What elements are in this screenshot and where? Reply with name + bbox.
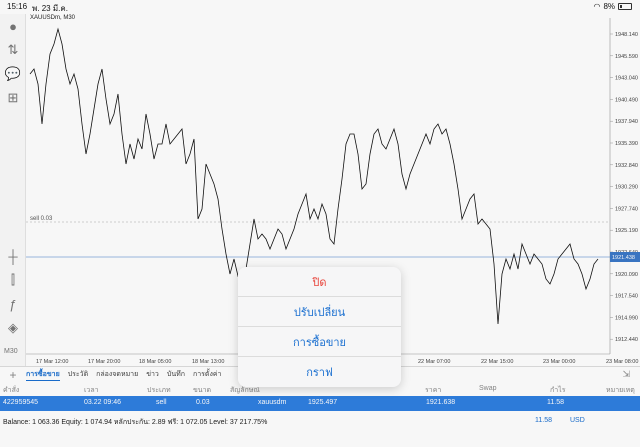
trade-button[interactable]: การซื้อขาย	[238, 327, 401, 357]
order-action-menu: ปิด ปรับเปลี่ยน การซื้อขาย กราฟ	[238, 267, 401, 387]
close-order-button[interactable]: ปิด	[238, 267, 401, 297]
chart-button[interactable]: กราฟ	[238, 357, 401, 387]
modify-order-button[interactable]: ปรับเปลี่ยน	[238, 297, 401, 327]
